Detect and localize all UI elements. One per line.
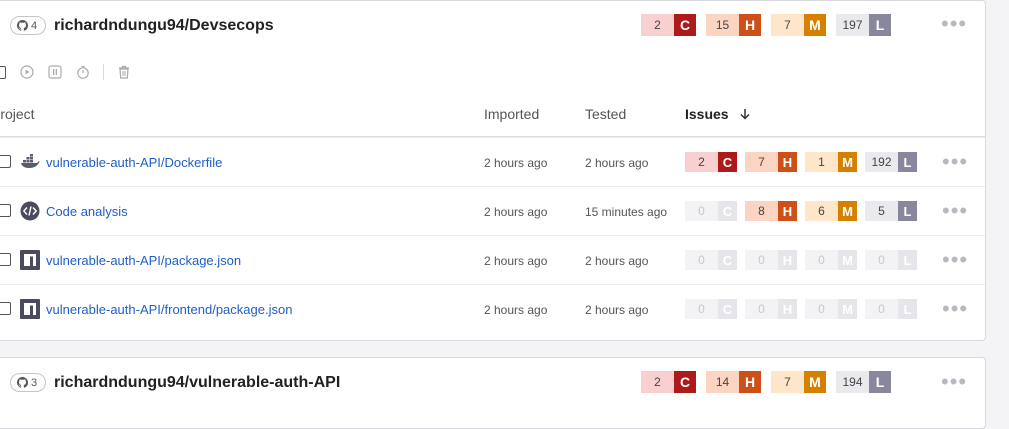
table-row: vulnerable-auth-API/package.json 2 hours… — [0, 235, 985, 285]
github-icon — [17, 20, 28, 31]
npm-icon — [20, 299, 40, 319]
bulk-actions-toolbar — [0, 63, 144, 81]
row-checkbox[interactable] — [0, 302, 11, 315]
row-more-options-icon[interactable]: ••• — [942, 200, 968, 222]
column-header-issues[interactable]: Issues — [685, 106, 751, 122]
project-link[interactable]: vulnerable-auth-API/frontend/package.jso… — [46, 302, 292, 317]
timer-icon[interactable] — [75, 64, 91, 80]
imported-time: 2 hours ago — [484, 156, 548, 170]
row-more-options-icon[interactable]: ••• — [942, 249, 968, 271]
toolbar-divider — [103, 64, 104, 80]
medium-count-chip: 1M — [805, 152, 857, 172]
critical-count-chip: 0C — [685, 250, 737, 270]
table-row: Code analysis 2 hours ago 15 minutes ago… — [0, 186, 985, 236]
pause-icon[interactable] — [47, 64, 63, 80]
more-options-icon[interactable]: ••• — [941, 13, 967, 35]
npm-icon — [20, 250, 40, 270]
project-group-card: 4 richardndungu94/Devsecops 2C 15 H 7M 19… — [0, 0, 986, 341]
low-count-chip: 192 L — [865, 152, 917, 172]
imported-time: 2 hours ago — [484, 303, 548, 317]
critical-count-chip: 2C — [641, 14, 696, 36]
tested-time: 15 minutes ago — [585, 205, 668, 219]
trash-icon[interactable] — [116, 64, 132, 80]
column-header-imported[interactable]: Imported — [484, 106, 539, 122]
row-severity-summary: 0C 0H 0M 0L — [685, 250, 925, 270]
critical-count-chip: 0C — [685, 299, 737, 319]
select-all-checkbox[interactable] — [0, 64, 7, 80]
high-count-chip: 8H — [745, 201, 797, 221]
critical-count-chip: 2C — [685, 152, 737, 172]
imported-time: 2 hours ago — [484, 205, 548, 219]
docker-icon — [20, 152, 40, 172]
row-checkbox[interactable] — [0, 155, 11, 168]
sort-descending-icon — [740, 109, 750, 120]
medium-count-chip: 7M — [771, 371, 826, 393]
low-count-chip: 197 L — [836, 14, 891, 36]
group-severity-summary: 2C 14 H 7M 194 L — [641, 371, 901, 393]
low-count-chip: 5L — [865, 201, 917, 221]
medium-count-chip: 0M — [805, 299, 857, 319]
code-analysis-icon — [20, 201, 40, 221]
group-severity-summary: 2C 15 H 7M 197 L — [641, 14, 901, 36]
row-checkbox[interactable] — [0, 253, 11, 266]
medium-count-chip: 0M — [805, 250, 857, 270]
high-count-chip: 0H — [745, 299, 797, 319]
play-icon[interactable] — [19, 64, 35, 80]
low-count-chip: 0L — [865, 299, 917, 319]
row-checkbox[interactable] — [0, 204, 11, 217]
critical-count-chip: 0C — [685, 201, 737, 221]
imported-time: 2 hours ago — [484, 254, 548, 268]
high-count-chip: 0H — [745, 250, 797, 270]
row-severity-summary: 0C 0H 0M 0L — [685, 299, 925, 319]
row-severity-summary: 0C 8H 6M 5L — [685, 201, 925, 221]
row-more-options-icon[interactable]: ••• — [942, 298, 968, 320]
project-group-card: 3 richardndungu94/vulnerable-auth-API 2C… — [0, 357, 986, 429]
critical-count-chip: 2C — [641, 371, 696, 393]
more-options-icon[interactable]: ••• — [941, 371, 967, 393]
column-header-tested[interactable]: Tested — [585, 106, 626, 122]
low-count-chip: 194 L — [836, 371, 891, 393]
row-severity-summary: 2C 7H 1M 192 L — [685, 152, 925, 172]
repo-count-badge: 3 — [10, 373, 47, 392]
high-count-chip: 14 H — [706, 371, 761, 393]
github-icon — [17, 377, 28, 388]
medium-count-chip: 7M — [771, 14, 826, 36]
project-link[interactable]: vulnerable-auth-API/Dockerfile — [46, 155, 222, 170]
project-link[interactable]: Code analysis — [46, 204, 128, 219]
low-count-chip: 0L — [865, 250, 917, 270]
high-count-chip: 7H — [745, 152, 797, 172]
tested-time: 2 hours ago — [585, 156, 649, 170]
repo-count: 3 — [31, 376, 38, 389]
row-more-options-icon[interactable]: ••• — [942, 151, 968, 173]
column-header-project[interactable]: Project — [0, 106, 35, 122]
table-row: vulnerable-auth-API/frontend/package.jso… — [0, 284, 985, 334]
project-link[interactable]: vulnerable-auth-API/package.json — [46, 253, 241, 268]
table-row: vulnerable-auth-API/Dockerfile 2 hours a… — [0, 137, 985, 187]
repo-count: 4 — [31, 19, 38, 32]
repo-count-badge: 4 — [10, 16, 47, 35]
high-count-chip: 15 H — [706, 14, 761, 36]
medium-count-chip: 6M — [805, 201, 857, 221]
repo-title[interactable]: richardndungu94/vulnerable-auth-API — [54, 374, 340, 392]
tested-time: 2 hours ago — [585, 254, 649, 268]
repo-title[interactable]: richardndungu94/Devsecops — [54, 17, 274, 35]
tested-time: 2 hours ago — [585, 303, 649, 317]
